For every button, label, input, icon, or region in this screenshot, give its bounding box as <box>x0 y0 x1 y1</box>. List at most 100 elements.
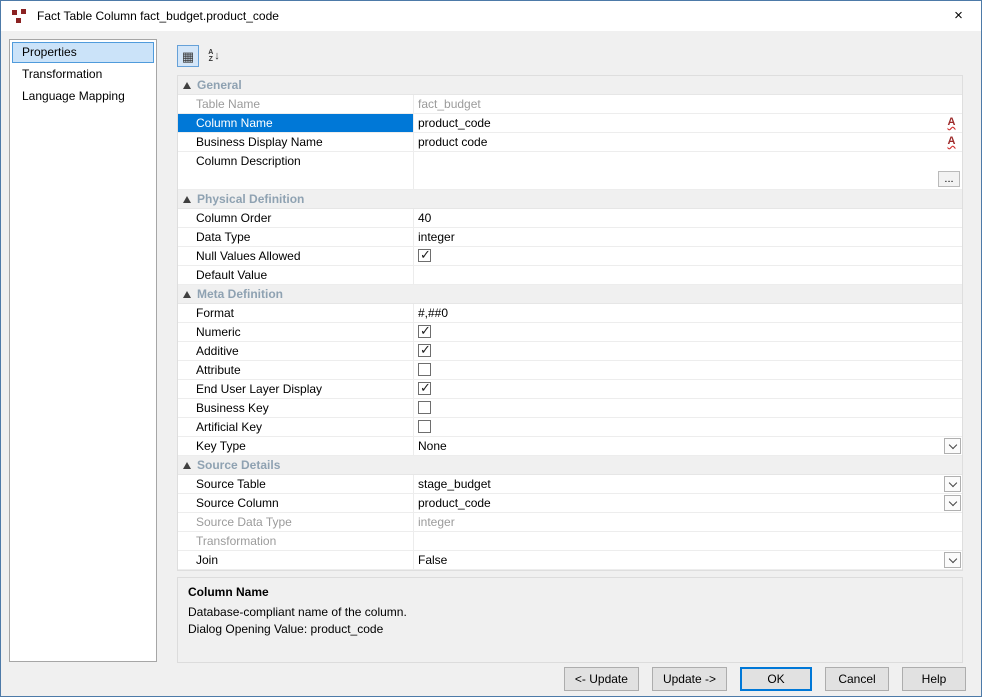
checkbox-end-user-layer-display[interactable]: ✓ <box>418 380 431 395</box>
property-row-source-table[interactable]: Source Table stage_budget <box>178 475 962 494</box>
ellipsis-button[interactable]: ... <box>938 171 960 187</box>
checkbox-attribute[interactable] <box>418 363 431 376</box>
property-value-join[interactable]: False <box>414 551 962 569</box>
property-row-transformation[interactable]: Transformation <box>178 532 962 551</box>
property-value-format[interactable]: #,##0 <box>414 304 962 322</box>
property-value-column-order[interactable]: 40 <box>414 209 962 227</box>
close-button[interactable]: × <box>936 1 981 31</box>
collapse-icon <box>183 81 191 89</box>
property-value-source-table[interactable]: stage_budget <box>414 475 962 493</box>
property-row-key-type[interactable]: Key Type None <box>178 437 962 456</box>
sort-alphabetical-button[interactable]: A Z ↓ <box>203 45 225 67</box>
property-value-column-description[interactable] <box>414 152 962 189</box>
section-header-physical-definition[interactable]: Physical Definition <box>178 190 962 209</box>
update-right-button[interactable]: Update -> <box>651 667 727 691</box>
collapse-icon <box>183 195 191 203</box>
property-label-business-key: Business Key <box>178 399 414 417</box>
section-header-source-details[interactable]: Source Details <box>178 456 962 475</box>
property-label-table-name: Table Name <box>178 95 414 113</box>
description-opening-value: Dialog Opening Value: product_code <box>188 622 384 636</box>
property-row-business-key[interactable]: Business Key <box>178 399 962 418</box>
property-label-format: Format <box>178 304 414 322</box>
categorized-icon: ▦ <box>181 48 195 64</box>
toolbar: ▦ A Z ↓ <box>177 45 225 67</box>
property-label-additive: Additive <box>178 342 414 360</box>
dialog-window: Fact Table Column fact_budget.product_co… <box>0 0 982 697</box>
property-row-default-value[interactable]: Default Value <box>178 266 962 285</box>
property-row-numeric[interactable]: Numeric ✓ <box>178 323 962 342</box>
property-value-source-column[interactable]: product_code <box>414 494 962 512</box>
property-row-artificial-key[interactable]: Artificial Key <box>178 418 962 437</box>
help-button[interactable]: Help <box>902 667 966 691</box>
property-value-business-display-name[interactable]: product code <box>414 133 962 151</box>
checkbox-business-key[interactable] <box>418 401 431 414</box>
section-header-meta-definition[interactable]: Meta Definition <box>178 285 962 304</box>
checkbox-artificial-key[interactable] <box>418 420 431 433</box>
titlebar: Fact Table Column fact_budget.product_co… <box>1 1 981 31</box>
checkmark-icon: ✓ <box>420 380 431 395</box>
property-value-null-values-allowed: ✓ <box>414 247 962 265</box>
window-title: Fact Table Column fact_budget.product_co… <box>37 9 279 23</box>
property-row-join[interactable]: Join False <box>178 551 962 570</box>
property-value-data-type[interactable]: integer <box>414 228 962 246</box>
property-row-source-data-type[interactable]: Source Data Type integer <box>178 513 962 532</box>
property-label-source-data-type: Source Data Type <box>178 513 414 531</box>
sort-letter-a: A <box>208 49 214 56</box>
section-header-general[interactable]: General <box>178 76 962 95</box>
property-label-artificial-key: Artificial Key <box>178 418 414 436</box>
property-row-attribute[interactable]: Attribute <box>178 361 962 380</box>
checkbox-additive[interactable]: ✓ <box>418 342 431 357</box>
dropdown-button-key-type[interactable] <box>944 438 961 454</box>
property-row-table-name[interactable]: Table Name fact_budget <box>178 95 962 114</box>
sidebar-item-properties[interactable]: Properties <box>12 42 154 63</box>
checkmark-icon: ✓ <box>420 323 431 338</box>
description-title: Column Name <box>188 585 269 599</box>
property-row-data-type[interactable]: Data Type integer <box>178 228 962 247</box>
chevron-down-icon <box>948 440 957 449</box>
property-row-null-values-allowed[interactable]: Null Values Allowed ✓ <box>178 247 962 266</box>
dropdown-button-source-table[interactable] <box>944 476 961 492</box>
checkbox-null-values-allowed[interactable]: ✓ <box>418 247 431 262</box>
dropdown-button-source-column[interactable] <box>944 495 961 511</box>
categorized-view-button[interactable]: ▦ <box>177 45 199 67</box>
chevron-down-icon <box>948 554 957 563</box>
cancel-button[interactable]: Cancel <box>825 667 889 691</box>
property-value-key-type[interactable]: None <box>414 437 962 455</box>
property-label-numeric: Numeric <box>178 323 414 341</box>
property-label-business-display-name: Business Display Name <box>178 133 414 151</box>
property-value-end-user-layer-display: ✓ <box>414 380 962 398</box>
property-value-table-name: fact_budget <box>418 97 481 111</box>
footer-buttons: <- Update Update -> OK Cancel Help <box>563 667 966 691</box>
checkbox-numeric[interactable]: ✓ <box>418 323 431 338</box>
property-label-null-values-allowed: Null Values Allowed <box>178 247 414 265</box>
property-row-source-column[interactable]: Source Column product_code <box>178 494 962 513</box>
section-title: Meta Definition <box>197 287 283 301</box>
section-title: General <box>197 78 242 92</box>
property-row-end-user-layer-display[interactable]: End User Layer Display ✓ <box>178 380 962 399</box>
update-left-button[interactable]: <- Update <box>563 667 639 691</box>
property-label-source-column: Source Column <box>178 494 414 512</box>
ok-button[interactable]: OK <box>740 667 812 691</box>
sidebar-item-language-mapping[interactable]: Language Mapping <box>12 86 154 107</box>
naming-standards-icon[interactable]: A <box>944 134 959 150</box>
dropdown-button-join[interactable] <box>944 552 961 568</box>
property-value-source-data-type: integer <box>418 515 455 529</box>
property-label-key-type: Key Type <box>178 437 414 455</box>
sidebar-item-transformation[interactable]: Transformation <box>12 64 154 85</box>
property-row-format[interactable]: Format #,##0 <box>178 304 962 323</box>
property-label-data-type: Data Type <box>178 228 414 246</box>
property-row-column-order[interactable]: Column Order 40 <box>178 209 962 228</box>
property-row-column-description[interactable]: Column Description... <box>178 152 962 190</box>
property-row-business-display-name[interactable]: Business Display Name product code A <box>178 133 962 152</box>
app-icon <box>11 8 29 24</box>
property-value-column-name[interactable]: product_code <box>414 114 962 132</box>
sort-arrow-icon: ↓ <box>214 49 220 62</box>
property-label-default-value: Default Value <box>178 266 414 284</box>
sidebar-list: Properties Transformation Language Mapping <box>9 39 157 662</box>
property-row-column-name[interactable]: Column Name product_code A <box>178 114 962 133</box>
chevron-down-icon <box>948 497 957 506</box>
description-text: Database-compliant name of the column. <box>188 605 407 619</box>
property-row-additive[interactable]: Additive ✓ <box>178 342 962 361</box>
naming-standards-icon[interactable]: A <box>944 115 959 131</box>
property-value-default-value[interactable] <box>414 266 962 284</box>
